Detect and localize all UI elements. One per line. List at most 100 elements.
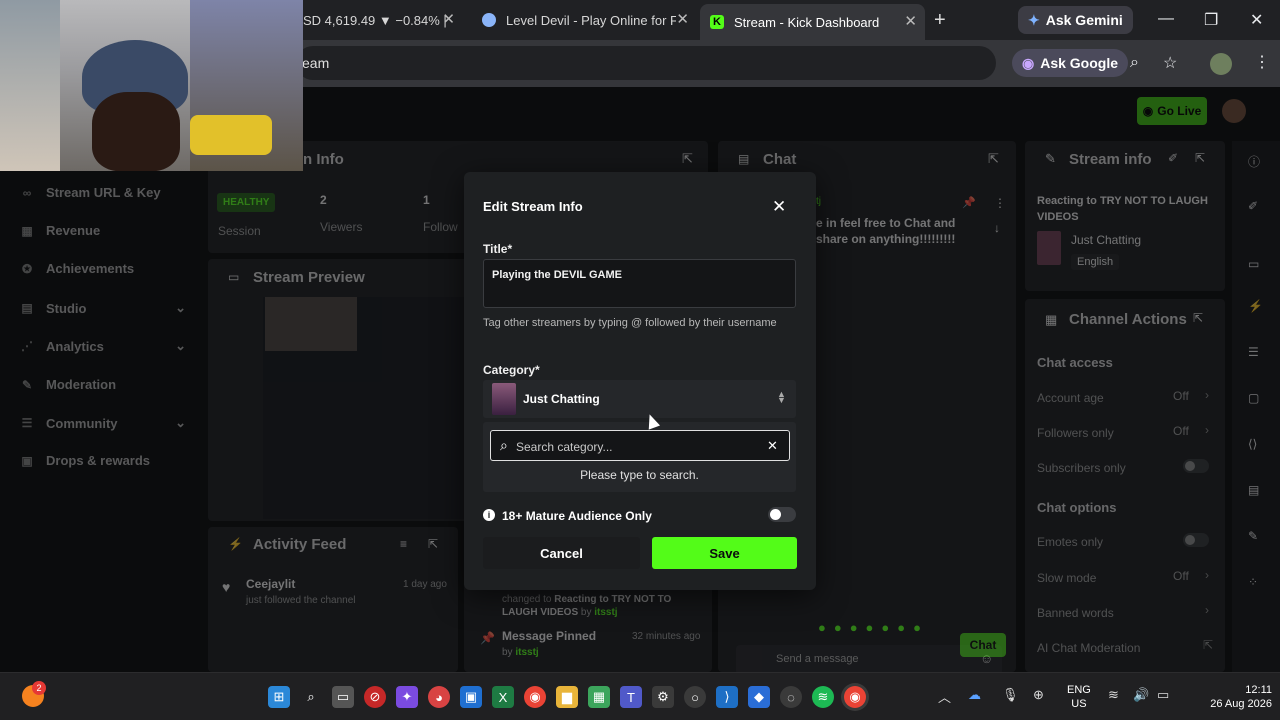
close-tab-icon[interactable]: ✕ — [442, 10, 455, 28]
edit-icon[interactable]: ✐ — [1168, 151, 1178, 165]
popout-icon[interactable]: ⇱ — [988, 151, 999, 167]
popout-icon[interactable]: ⇱ — [682, 151, 693, 167]
popout-icon[interactable]: ⇱ — [1193, 311, 1203, 325]
sidebar-item-studio[interactable]: ▤ Studio ⌄ — [20, 300, 186, 316]
row-label: Banned words — [1037, 606, 1114, 620]
subscribers-only-toggle[interactable] — [1183, 459, 1209, 473]
file-explorer-icon[interactable]: ▆ — [556, 686, 578, 708]
calculator-icon[interactable]: ▦ — [588, 686, 610, 708]
row-followers-only[interactable]: Followers only Off › — [1037, 423, 1213, 442]
close-window-icon[interactable]: ✕ — [1250, 10, 1263, 30]
card-icon[interactable]: ▤ — [1248, 483, 1259, 497]
popout-icon[interactable]: ⇱ — [428, 537, 438, 551]
microphone-icon[interactable]: 🎙 — [1002, 687, 1019, 703]
sidebar-item-moderation[interactable]: ✎ Moderation — [20, 377, 116, 392]
restore-icon[interactable]: ❐ — [1204, 10, 1218, 30]
cancel-button[interactable]: Cancel — [483, 537, 640, 569]
copilot-icon[interactable]: ✦ — [396, 686, 418, 708]
go-live-button[interactable]: ◉ Go Live — [1137, 97, 1207, 125]
save-button[interactable]: Save — [652, 537, 797, 569]
chrome-active-icon[interactable]: ◉ — [844, 686, 866, 708]
wrench-icon[interactable]: ✎ — [1248, 529, 1258, 543]
search-icon[interactable]: ⌕ — [300, 686, 322, 708]
layout-icon[interactable]: ▭ — [1248, 257, 1259, 271]
profile-avatar[interactable] — [1210, 53, 1232, 75]
task-view-icon[interactable]: ▭ — [332, 686, 354, 708]
bookmark-star-icon[interactable]: ☆ — [1163, 53, 1177, 73]
emote-row[interactable]: ●●●●●●● — [818, 620, 929, 635]
sidebar-item-achievements[interactable]: ✪ Achievements — [20, 261, 134, 276]
chat-bubble-icon[interactable]: ▢ — [1248, 391, 1259, 405]
app-icon-gray[interactable]: ◌ — [780, 686, 802, 708]
tab-level-devil[interactable]: Level Devil - Play Online for Fr ✕ — [472, 6, 697, 34]
vscode-icon[interactable]: ⟩ — [716, 686, 738, 708]
tab-kick-dashboard[interactable]: K Stream - Kick Dashboard ✕ — [700, 4, 925, 40]
bolt-icon[interactable]: ⚡ — [1248, 299, 1263, 313]
vpn-icon[interactable]: ⊕ — [1033, 687, 1044, 703]
username-link[interactable]: itsstj — [515, 647, 538, 658]
spotify-icon[interactable]: ≋ — [812, 686, 834, 708]
row-slow-mode[interactable]: Slow mode Off › — [1037, 568, 1213, 587]
start-icon[interactable]: ⊞ — [268, 686, 290, 708]
row-subscribers-only[interactable]: Subscribers only — [1037, 459, 1213, 477]
chevron-up-icon[interactable]: ︿ — [938, 687, 951, 706]
tab-stocks[interactable]: SD 4,619.49 ▼ −0.84% | ✕ — [303, 6, 463, 34]
app-icon-red[interactable]: ⊘ — [364, 686, 386, 708]
sidebar-item-revenue[interactable]: ▦ Revenue — [20, 223, 100, 238]
category-select[interactable]: Just Chatting ▲ ▼ — [483, 380, 796, 418]
apps-icon[interactable]: ⁘ — [1248, 575, 1258, 589]
new-tab-button[interactable]: + — [934, 9, 946, 32]
filter-icon[interactable]: ≡ — [400, 537, 407, 551]
language-indicator[interactable]: ENG US — [1067, 683, 1091, 711]
edit-stream-info-modal: Edit Stream Info ✕ Title* Playing the DE… — [464, 172, 816, 590]
app-icon-circle[interactable]: ○ — [684, 686, 706, 708]
wifi-icon[interactable]: ≋ — [1108, 687, 1119, 703]
popout-icon[interactable]: ⇱ — [1195, 151, 1205, 165]
minimize-icon[interactable]: — — [1158, 10, 1174, 28]
close-icon[interactable]: ✕ — [772, 197, 786, 217]
battery-icon[interactable]: ▭ — [1157, 687, 1169, 703]
onedrive-icon[interactable]: ☁ — [968, 687, 981, 703]
teams-icon[interactable]: T — [620, 686, 642, 708]
address-bar[interactable]: eam — [296, 46, 996, 80]
app-icon-blue[interactable]: ▣ — [460, 686, 482, 708]
app-icon-paint[interactable]: ◕ — [428, 686, 450, 708]
list-icon[interactable]: ☰ — [1248, 345, 1259, 359]
close-tab-icon[interactable]: ✕ — [904, 12, 917, 30]
settings-app-icon[interactable]: ⚙ — [652, 686, 674, 708]
zoom-icon[interactable]: ⌕ — [1130, 54, 1139, 72]
sidebar-item-community[interactable]: ☰ Community ⌄ — [20, 415, 186, 431]
info-icon[interactable]: ⓘ — [1248, 153, 1260, 170]
volume-icon[interactable]: 🔊 — [1133, 687, 1149, 703]
sidebar-item-analytics[interactable]: ⋰ Analytics ⌄ — [20, 338, 186, 354]
pin-icon[interactable]: 📌 — [962, 196, 976, 209]
excel-icon[interactable]: X — [492, 686, 514, 708]
row-ai-moderation[interactable]: AI Chat Moderation ⇱ — [1037, 638, 1213, 657]
user-avatar[interactable] — [1222, 99, 1246, 123]
clear-icon[interactable]: ✕ — [767, 438, 778, 454]
info-icon[interactable]: i — [483, 509, 495, 521]
ask-google-button[interactable]: ◉ Ask Google — [1012, 49, 1129, 77]
row-emotes-only[interactable]: Emotes only — [1037, 533, 1213, 551]
emotes-only-toggle[interactable] — [1183, 533, 1209, 547]
sidebar-item-drops[interactable]: ▣ Drops & rewards — [20, 453, 150, 468]
edit-icon[interactable]: ✐ — [1248, 199, 1258, 213]
menu-dots-icon[interactable]: ⋮ — [1254, 52, 1270, 72]
mature-toggle[interactable] — [768, 507, 796, 522]
category-search-input[interactable]: ⌕ Search category... ✕ — [490, 430, 790, 461]
title-input[interactable]: Playing the DEVIL GAME — [483, 259, 796, 308]
code-icon[interactable]: ⟨⟩ — [1248, 437, 1257, 451]
chat-send-button[interactable]: Chat — [960, 633, 1006, 657]
clock[interactable]: 12:11 26 Aug 2026 — [1190, 683, 1272, 711]
username-link[interactable]: itsstj — [594, 607, 617, 618]
row-banned-words[interactable]: Banned words › — [1037, 603, 1213, 622]
row-account-age[interactable]: Account age Off › — [1037, 388, 1213, 407]
ask-gemini-button[interactable]: ✦ Ask Gemini — [1018, 6, 1133, 34]
arrow-down-icon[interactable]: ↓ — [994, 221, 1000, 235]
feed-user[interactable]: Ceejaylit — [246, 577, 295, 591]
sidebar-item-stream-url[interactable]: ∞ Stream URL & Key — [20, 185, 161, 200]
app-icon-store[interactable]: ◆ — [748, 686, 770, 708]
close-tab-icon[interactable]: ✕ — [676, 10, 689, 28]
more-dots-icon[interactable]: ⋮ — [994, 196, 1006, 210]
chrome-icon[interactable]: ◉ — [524, 686, 546, 708]
